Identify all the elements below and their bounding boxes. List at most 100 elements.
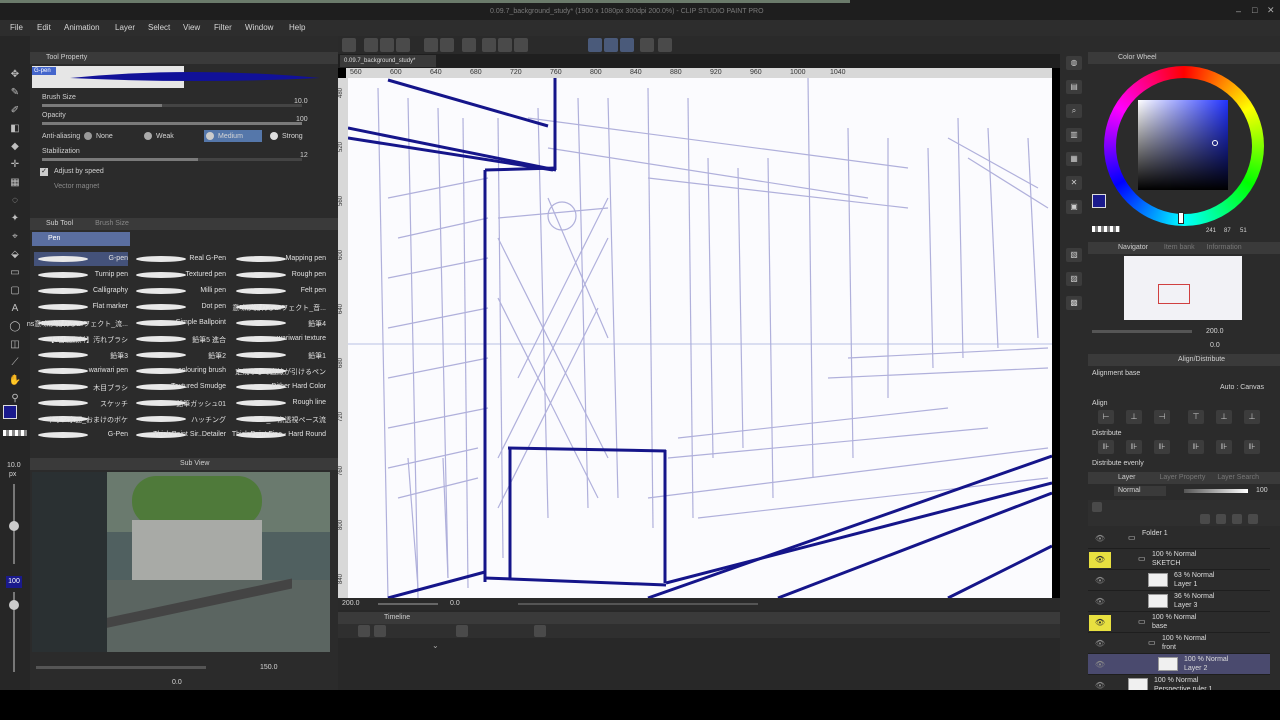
brush-item[interactable]: G-Pen (34, 428, 128, 442)
brush-item[interactable]: Simple Ballpoint (134, 316, 226, 330)
sub-view-image[interactable] (32, 472, 330, 652)
visibility-eye-icon[interactable]: 👁 (1089, 531, 1111, 547)
minimize-icon[interactable]: – (1236, 6, 1241, 16)
brush-item[interactable]: 木目ブラシ (34, 380, 128, 394)
brush-item[interactable]: Calligraphy (34, 284, 128, 298)
text-tool-icon[interactable]: A (8, 302, 22, 316)
color-wheel-tab-icon[interactable]: ◍ (1066, 56, 1082, 70)
move-tool-icon[interactable]: ✥ (8, 68, 22, 82)
item-bank-tab-icon[interactable]: ▩ (1066, 296, 1082, 310)
visibility-eye-icon[interactable]: 👁 (1089, 594, 1111, 610)
sub-view-tab-icon[interactable]: ▨ (1066, 272, 1082, 286)
brush-item[interactable]: ネオン水面_おまけのボケ (34, 412, 128, 426)
brush-item[interactable]: Rough line (234, 396, 326, 410)
menu-file[interactable]: File (10, 23, 23, 32)
visibility-eye-icon[interactable]: 👁 (1089, 615, 1111, 631)
menu-view[interactable]: View (183, 23, 200, 32)
menu-window[interactable]: Window (245, 23, 273, 32)
brush-size-value[interactable]: 10.0 (294, 98, 308, 105)
distribute-middle-icon[interactable]: ⊪ (1216, 440, 1232, 454)
layer-row[interactable]: 👁 ▭ 100 % Normal SKETCH (1088, 549, 1270, 570)
brush-item[interactable]: Real G-Pen (134, 252, 226, 266)
alignment-base-value[interactable]: Auto : Canvas (1220, 384, 1264, 391)
canvas-zoom-value[interactable]: 200.0 (342, 600, 360, 607)
timeline-new-icon[interactable] (358, 625, 370, 637)
brush-item[interactable]: ハッチング (134, 412, 226, 426)
layer-opacity-slider[interactable] (1184, 489, 1248, 493)
gradient-icon[interactable]: ▭ (8, 266, 22, 280)
brush-item[interactable]: wariwari pen (34, 364, 128, 378)
distribute-right-icon[interactable]: ⊪ (1154, 440, 1170, 454)
brush-item[interactable]: Milli pen (134, 284, 226, 298)
export-icon[interactable] (396, 38, 410, 52)
main-color-chip[interactable] (1092, 194, 1106, 208)
menu-animation[interactable]: Animation (64, 23, 100, 32)
navigator-zoom-value[interactable]: 200.0 (1206, 328, 1224, 335)
folder-icon[interactable]: ▭ (1138, 617, 1146, 626)
menu-layer[interactable]: Layer (115, 23, 135, 32)
timeline-dropdown-icon[interactable]: ⌄ (432, 641, 439, 650)
transform-icon[interactable] (498, 38, 512, 52)
align-center-icon[interactable]: ⊥ (1126, 410, 1142, 424)
sub-view-angle-value[interactable]: 0.0 (172, 679, 182, 686)
brush-item[interactable]: 意味が流れるエフェクト_音... (232, 300, 326, 314)
distribute-left-icon[interactable]: ⊪ (1098, 440, 1114, 454)
sub-view-zoom-slider[interactable] (36, 666, 206, 669)
folder-icon[interactable]: ▭ (1138, 554, 1146, 563)
layer-row[interactable]: 👁 63 % Normal Layer 1 (1088, 570, 1270, 591)
canvas-tab[interactable]: 0.09.7_background_study* (340, 55, 436, 67)
brush-item[interactable]: 鉛筆3 (34, 348, 128, 362)
distribute-bottom-icon[interactable]: ⊪ (1244, 440, 1260, 454)
brush-item[interactable]: G-pen (34, 252, 128, 266)
lasso-tool-icon[interactable]: ◌ (8, 194, 22, 208)
brush-item[interactable]: Thick Paint Fine - Hard Round (232, 428, 326, 442)
brush-item[interactable]: 定規なしで直線が引けるペン (234, 364, 326, 378)
canvas-angle-value[interactable]: 0.0 (450, 600, 460, 607)
brush-tool-icon[interactable]: ✐ (8, 104, 22, 118)
close-icon[interactable]: ✕ (1267, 5, 1275, 16)
canvas-zoom-slider[interactable] (378, 603, 438, 605)
brush-item[interactable]: colouring brush (134, 364, 226, 378)
balloon-icon[interactable]: ◯ (8, 320, 22, 334)
grid-tool-icon[interactable]: ▦ (8, 176, 22, 190)
drawing-canvas[interactable] (348, 78, 1052, 598)
panel-toggle-icon[interactable] (658, 38, 672, 52)
antialias-none[interactable]: None (82, 130, 140, 142)
crop-icon[interactable] (514, 38, 528, 52)
ruler-icon[interactable]: ⟋ (8, 356, 22, 370)
opacity-slider-knob[interactable] (9, 600, 19, 610)
new-icon[interactable] (342, 38, 356, 52)
hue-cursor[interactable] (1178, 212, 1184, 224)
brush-size-slider-knob[interactable] (9, 521, 19, 531)
brush-item[interactable]: wariwari texture (234, 332, 326, 346)
brush-item[interactable]: Mapping pen (234, 252, 326, 266)
information-tab[interactable]: Information (1207, 244, 1242, 251)
snap-ruler-icon[interactable] (588, 38, 602, 52)
layer-title[interactable]: Layer (1118, 474, 1136, 481)
bucket-icon[interactable]: ⬙ (8, 248, 22, 262)
align-bottom-icon[interactable]: ⊥ (1244, 410, 1260, 424)
operation-tool-icon[interactable]: ✛ (8, 158, 22, 172)
visibility-eye-icon[interactable]: 👁 (1089, 552, 1111, 568)
distribute-top-icon[interactable]: ⊪ (1188, 440, 1204, 454)
color-set-tab-icon[interactable]: ▤ (1066, 80, 1082, 94)
clipboard-icon[interactable] (640, 38, 654, 52)
eraser-tool-icon[interactable]: ◧ (8, 122, 22, 136)
align-left-icon[interactable]: ⊢ (1098, 410, 1114, 424)
align-middle-icon[interactable]: ⊥ (1216, 410, 1232, 424)
antialias-strong[interactable]: Strong (268, 130, 326, 142)
brush-item[interactable]: Felt pen (234, 284, 326, 298)
settings-icon[interactable] (462, 38, 476, 52)
layer-row[interactable]: 👁 ▭ 100 % Normal base (1088, 612, 1270, 633)
hand-icon[interactable]: ✋ (8, 374, 22, 388)
main-color-swatch[interactable] (3, 405, 17, 419)
opacity-track[interactable] (42, 122, 302, 125)
brush-item[interactable]: T_一点透視ペース流 (234, 412, 326, 426)
new-folder-icon[interactable] (1216, 514, 1226, 524)
brush-item[interactable]: Textured pen (134, 268, 226, 282)
transparent-swatch[interactable] (3, 430, 27, 436)
navigator-view-rect[interactable] (1158, 284, 1190, 304)
close-panel-icon[interactable]: ✕ (1066, 176, 1082, 190)
layer-opacity-value[interactable]: 100 (1256, 487, 1268, 494)
color-picker-cursor[interactable] (1212, 140, 1218, 146)
